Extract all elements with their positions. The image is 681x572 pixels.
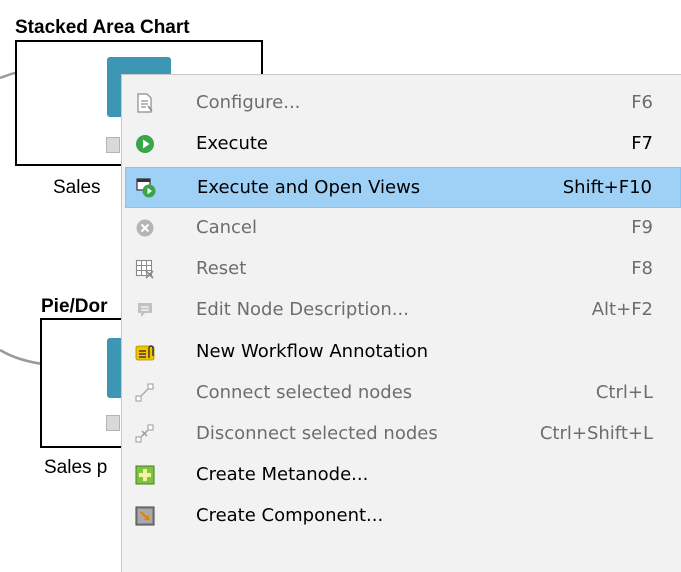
menu-item-label: Edit Node Description...	[196, 299, 409, 320]
execute-open-views-icon	[136, 178, 156, 198]
menu-item-execute[interactable]: Execute F7	[125, 124, 681, 165]
menu-item-shortcut: Ctrl+L	[595, 382, 653, 403]
menu-item-shortcut: F7	[631, 133, 653, 154]
configure-icon	[135, 93, 155, 113]
menu-item-label: Create Component...	[196, 505, 384, 526]
menu-item-create-component[interactable]: Create Component...	[125, 496, 681, 537]
node-label: Sales p	[44, 457, 108, 478]
menu-item-cancel[interactable]: Cancel F9	[125, 208, 681, 249]
menu-item-shortcut: F6	[631, 92, 653, 113]
menu-item-configure[interactable]: Configure... F6	[125, 83, 681, 124]
menu-item-execute-open-views[interactable]: Execute and Open Views Shift+F10	[125, 167, 681, 208]
annotation-icon	[135, 342, 155, 362]
node-status-indicator	[106, 415, 120, 431]
menu-item-reset[interactable]: Reset F8	[125, 249, 681, 290]
menu-item-label: Reset	[196, 258, 247, 279]
menu-item-shortcut: Alt+F2	[591, 299, 653, 320]
menu-item-label: New Workflow Annotation	[196, 341, 429, 362]
execute-icon	[135, 134, 155, 154]
menu-item-label: Cancel	[196, 217, 257, 238]
menu-item-shortcut: F9	[631, 217, 653, 238]
menu-item-label: Disconnect selected nodes	[196, 423, 438, 444]
node-title: Stacked Area Chart	[15, 17, 190, 38]
node-context-menu: Configure... F6 Execute F7 Execute and O…	[121, 74, 681, 572]
menu-item-disconnect-selected-nodes[interactable]: Disconnect selected nodes Ctrl+Shift+L	[125, 414, 681, 455]
menu-item-shortcut: Ctrl+Shift+L	[539, 423, 653, 444]
menu-item-label: Connect selected nodes	[196, 382, 413, 403]
cancel-icon	[135, 218, 155, 238]
menu-item-label: Execute and Open Views	[197, 177, 421, 198]
node-status-indicator	[106, 137, 120, 153]
edit-description-icon	[135, 300, 155, 320]
component-icon	[135, 506, 155, 526]
menu-item-connect-selected-nodes[interactable]: Connect selected nodes Ctrl+L	[125, 373, 681, 414]
menu-item-label: Create Metanode...	[196, 464, 369, 485]
disconnect-nodes-icon	[135, 424, 155, 444]
menu-item-edit-node-description[interactable]: Edit Node Description... Alt+F2	[125, 290, 681, 331]
node-label: Sales	[53, 177, 101, 198]
menu-item-shortcut: Shift+F10	[562, 177, 652, 198]
connect-nodes-icon	[135, 383, 155, 403]
reset-icon	[135, 259, 155, 279]
menu-item-create-metanode[interactable]: Create Metanode...	[125, 455, 681, 496]
menu-item-label: Execute	[196, 133, 268, 154]
menu-item-label: Configure...	[196, 92, 301, 113]
menu-item-shortcut: F8	[631, 258, 653, 279]
metanode-icon	[135, 465, 155, 485]
node-title: Pie/Dor	[41, 296, 108, 317]
menu-item-new-workflow-annotation[interactable]: New Workflow Annotation	[125, 332, 681, 373]
